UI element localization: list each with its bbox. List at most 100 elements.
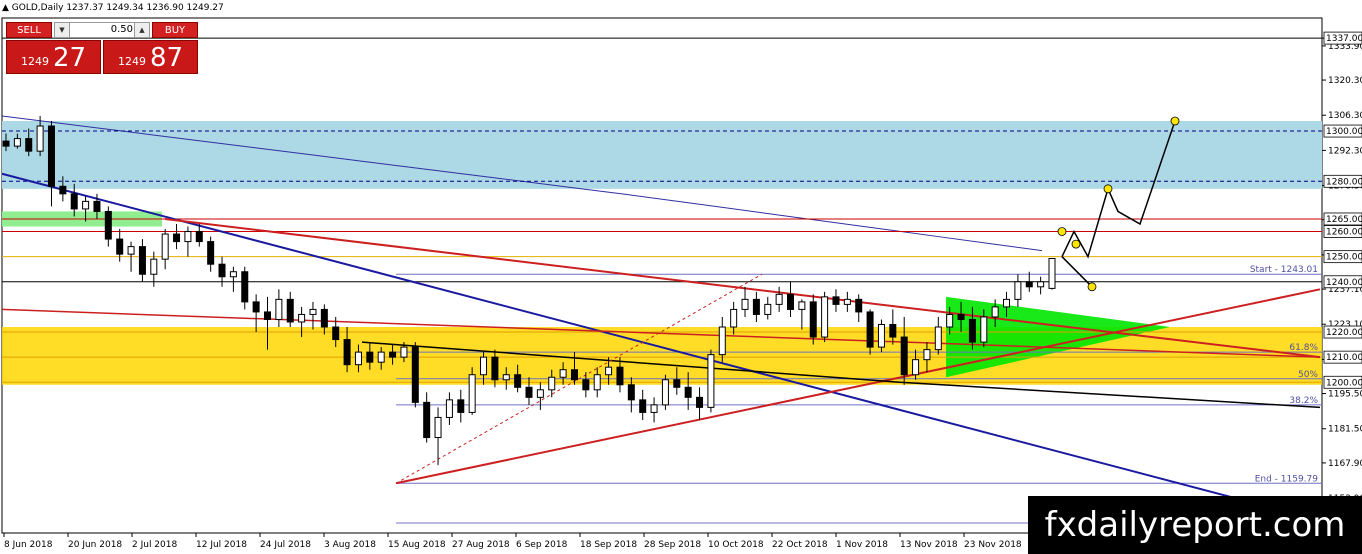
- x-tick-label: 6 Sep 2018: [516, 540, 568, 550]
- buy-price-box[interactable]: 1249 87: [103, 40, 198, 74]
- candle-body: [389, 351, 397, 358]
- candle-body: [832, 296, 840, 305]
- projection-arrowhead: [1087, 282, 1097, 292]
- candle-body: [639, 399, 647, 413]
- candle-body: [696, 396, 704, 408]
- projection-arrowhead: [1071, 239, 1081, 249]
- candle-body: [968, 318, 976, 343]
- candle-body: [264, 311, 271, 320]
- candle-body: [889, 323, 897, 338]
- candle-body: [1025, 281, 1033, 288]
- y-tick-label: 1195.50: [1328, 390, 1362, 400]
- candle-body: [36, 125, 44, 152]
- candle-body: [241, 271, 249, 303]
- sell-price-box[interactable]: 1249 27: [6, 40, 101, 74]
- candle-body: [25, 138, 33, 152]
- candle-body: [957, 313, 965, 320]
- price-tag-label: 1250.00: [1326, 253, 1362, 263]
- x-tick-label: 18 Sep 2018: [580, 540, 637, 550]
- chart-header: ▲ GOLD,Daily 1237.37 1249.34 1236.90 124…: [2, 3, 224, 13]
- candle-body: [252, 301, 260, 313]
- candle-body: [1037, 281, 1045, 288]
- candle-body: [866, 311, 874, 348]
- price-tag-label: 1220.00: [1326, 328, 1362, 338]
- lot-size-field[interactable]: ▼ 0.50 ▲: [54, 22, 150, 38]
- candle-body: [752, 298, 760, 315]
- x-tick-label: 27 Aug 2018: [452, 540, 510, 550]
- candle-body: [298, 313, 306, 323]
- candle-body: [457, 399, 465, 413]
- y-tick-label: 1320.30: [1328, 76, 1362, 86]
- candle-body: [161, 233, 169, 260]
- candle-body: [104, 210, 112, 240]
- price-tag-label: 1280.00: [1326, 177, 1362, 187]
- candle-body: [423, 401, 431, 439]
- one-click-trading-panel: SELL ▼ 0.50 ▲ BUY 1249 27 1249 87: [4, 20, 200, 76]
- chart-canvas[interactable]: 1337.001333.901320.301306.301292.301278.…: [0, 0, 1362, 554]
- sell-price-pips: 27: [53, 43, 87, 73]
- candle-body: [491, 356, 499, 381]
- x-tick-label: 12 Jul 2018: [196, 540, 247, 550]
- fib-level-label: 50%: [1298, 370, 1318, 380]
- candle-body: [798, 301, 806, 310]
- projection-arrowhead: [1170, 116, 1180, 126]
- candle-body: [877, 323, 885, 348]
- y-tick-label: 1306.30: [1328, 111, 1362, 121]
- price-tag-label: 1300.00: [1326, 127, 1362, 137]
- symbol-label: GOLD,Daily: [11, 3, 64, 13]
- candle-body: [605, 366, 613, 376]
- buy-button[interactable]: BUY: [152, 22, 198, 38]
- candle-body: [661, 379, 669, 406]
- candle-body: [320, 308, 328, 328]
- lot-size-value[interactable]: 0.50: [71, 23, 133, 37]
- y-tick-label: 1181.50: [1328, 425, 1362, 435]
- watermark-logo: fxdailyreport.com: [1028, 496, 1362, 554]
- candle-body: [650, 404, 658, 413]
- candle-body: [900, 336, 908, 376]
- candle-body: [673, 379, 681, 388]
- candle-body: [13, 138, 21, 147]
- y-tick-label: 1292.30: [1328, 146, 1362, 156]
- candle-body: [173, 233, 181, 243]
- candle-body: [912, 359, 920, 376]
- candle-body: [946, 313, 954, 328]
- candle-body: [1014, 281, 1022, 300]
- candle-body: [559, 369, 567, 378]
- candle-body: [502, 374, 510, 381]
- fib-level-label: Start - 1243.01: [1250, 265, 1318, 275]
- candle-body: [1048, 257, 1056, 289]
- sell-price-prefix: 1249: [21, 55, 49, 68]
- candle-body: [855, 298, 863, 313]
- x-tick-label: 23 Nov 2018: [964, 540, 1022, 550]
- candle-body: [536, 389, 544, 398]
- candle-body: [377, 351, 385, 363]
- candle-body: [730, 308, 738, 328]
- candle-body: [923, 349, 931, 361]
- candle-body: [150, 258, 158, 275]
- candle-body: [480, 356, 488, 376]
- price-tag-label: 1265.00: [1326, 215, 1362, 225]
- x-tick-label: 28 Sep 2018: [644, 540, 701, 550]
- candle-body: [309, 308, 317, 315]
- candle-body: [627, 384, 635, 401]
- lot-decrease-icon[interactable]: ▼: [55, 23, 70, 37]
- x-tick-label: 1 Nov 2018: [836, 540, 888, 550]
- projection-arrowhead: [1057, 227, 1067, 236]
- candle-body: [286, 298, 294, 323]
- candle-body: [775, 293, 783, 305]
- x-tick-label: 15 Aug 2018: [388, 540, 446, 550]
- projection-arrowhead: [1103, 184, 1113, 194]
- lot-increase-icon[interactable]: ▲: [134, 23, 149, 37]
- candle-body: [229, 271, 237, 278]
- candle-body: [1003, 298, 1011, 308]
- ohlc-readout: 1237.37 1249.34 1236.90 1249.27: [66, 3, 224, 13]
- price-tag-label: 1337.00: [1326, 34, 1362, 44]
- x-tick-label: 20 Jun 2018: [68, 540, 122, 550]
- sell-button[interactable]: SELL: [6, 22, 52, 38]
- plot-frame: [1, 17, 1323, 534]
- x-tick-label: 10 Oct 2018: [708, 540, 764, 550]
- candle-body: [445, 399, 453, 418]
- candle-body: [275, 298, 283, 320]
- price-tag-label: 1240.00: [1326, 278, 1362, 288]
- candle-body: [582, 379, 590, 391]
